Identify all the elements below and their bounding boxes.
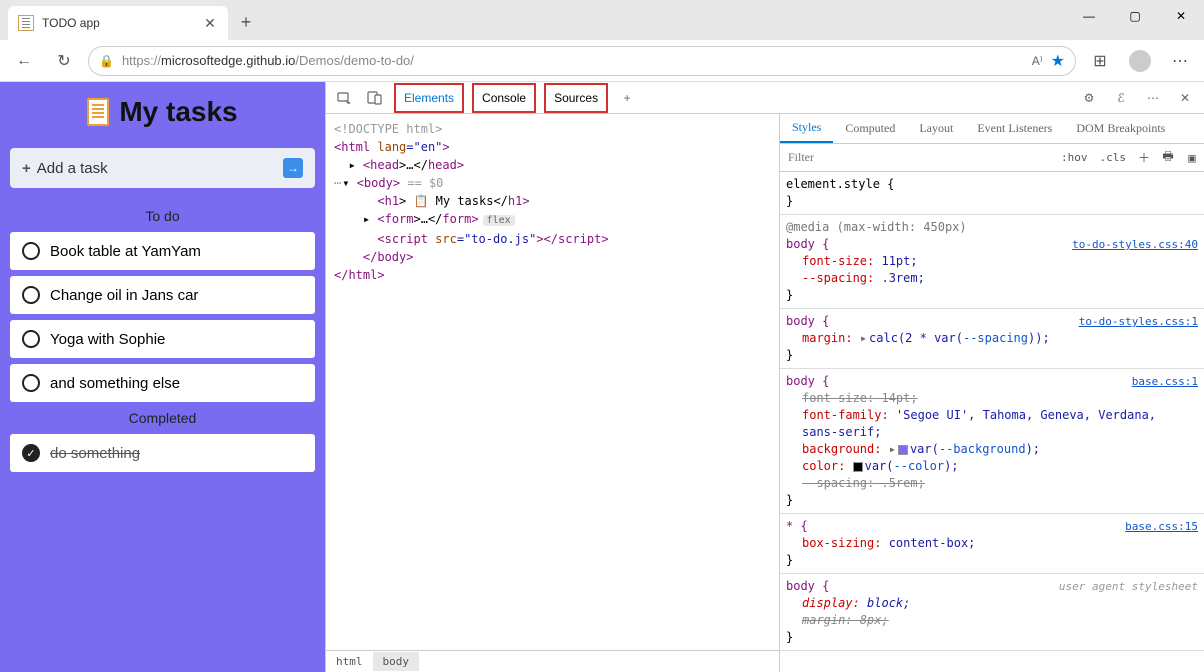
- maximize-button[interactable]: ▢: [1112, 0, 1158, 32]
- minimize-button[interactable]: —: [1066, 0, 1112, 32]
- task-item[interactable]: and something else: [10, 364, 315, 402]
- tab-dom-breakpoints[interactable]: DOM Breakpoints: [1064, 115, 1177, 142]
- source-link[interactable]: base.css:1: [1132, 373, 1198, 390]
- cls-toggle[interactable]: .cls: [1094, 151, 1133, 164]
- styles-filter-input[interactable]: [780, 150, 1055, 165]
- tab-styles[interactable]: Styles: [780, 114, 833, 143]
- task-checked-icon[interactable]: ✓: [22, 444, 40, 462]
- new-tab-button[interactable]: +: [232, 8, 260, 36]
- completed-section-label: Completed: [10, 410, 315, 426]
- app-header: My tasks: [10, 96, 315, 128]
- collections-icon[interactable]: ⊞: [1084, 45, 1116, 77]
- task-item[interactable]: Yoga with Sophie: [10, 320, 315, 358]
- activity-icon[interactable]: ℰ: [1110, 87, 1132, 109]
- more-icon[interactable]: ⋯: [1142, 87, 1164, 109]
- task-item-completed[interactable]: ✓ do something: [10, 434, 315, 472]
- browser-tab[interactable]: TODO app ✕: [8, 6, 228, 40]
- browser-toolbar: ← ↻ 🔒 https://microsoftedge.github.io/De…: [0, 40, 1204, 82]
- favorite-icon[interactable]: ★: [1051, 51, 1065, 71]
- task-text: do something: [50, 445, 140, 462]
- color-swatch[interactable]: [898, 445, 908, 455]
- new-style-rule-icon[interactable]: ＋: [1132, 149, 1156, 166]
- tab-title: TODO app: [42, 16, 194, 30]
- tab-elements[interactable]: Elements: [394, 83, 464, 113]
- todo-app: My tasks + Add a task → To do Book table…: [0, 82, 325, 672]
- add-tab-icon[interactable]: +: [616, 87, 638, 109]
- add-task-input[interactable]: + Add a task →: [10, 148, 315, 188]
- settings-gear-icon[interactable]: ⚙: [1078, 87, 1100, 109]
- tab-computed[interactable]: Computed: [833, 115, 907, 142]
- styles-filter-row: :hov .cls ＋ 🖶 ▣: [780, 144, 1204, 172]
- device-mode-icon[interactable]: [364, 87, 386, 109]
- crumb-html[interactable]: html: [326, 652, 373, 671]
- url-text: https://microsoftedge.github.io/Demos/de…: [122, 53, 1024, 68]
- task-checkbox[interactable]: [22, 330, 40, 348]
- close-window-button[interactable]: ✕: [1158, 0, 1204, 32]
- refresh-button[interactable]: ↻: [48, 45, 80, 77]
- app-title: My tasks: [119, 96, 237, 128]
- more-styles-icon[interactable]: ▣: [1180, 151, 1204, 165]
- task-text: and something else: [50, 375, 180, 392]
- profile-avatar[interactable]: [1124, 45, 1156, 77]
- task-checkbox[interactable]: [22, 242, 40, 260]
- print-media-icon[interactable]: 🖶: [1156, 147, 1180, 168]
- tab-event-listeners[interactable]: Event Listeners: [965, 115, 1064, 142]
- window-controls: — ▢ ✕: [1066, 0, 1204, 32]
- dom-tree-panel: <!DOCTYPE html> <html lang="en"> ▸ <head…: [326, 114, 779, 672]
- plus-icon: +: [22, 160, 31, 177]
- add-task-placeholder: Add a task: [37, 160, 108, 177]
- dom-breadcrumb: html body: [326, 650, 779, 672]
- source-link[interactable]: base.css:15: [1125, 518, 1198, 535]
- task-checkbox[interactable]: [22, 286, 40, 304]
- devtools-toolbar: Elements Console Sources + ⚙ ℰ ⋯ ✕: [326, 82, 1204, 114]
- close-tab-icon[interactable]: ✕: [202, 15, 218, 31]
- dom-tree[interactable]: <!DOCTYPE html> <html lang="en"> ▸ <head…: [326, 114, 779, 650]
- task-text: Yoga with Sophie: [50, 331, 165, 348]
- task-checkbox[interactable]: [22, 374, 40, 392]
- crumb-body[interactable]: body: [373, 652, 420, 671]
- hov-toggle[interactable]: :hov: [1055, 151, 1094, 164]
- task-item[interactable]: Book table at YamYam: [10, 232, 315, 270]
- task-text: Change oil in Jans car: [50, 287, 198, 304]
- styles-panel: Styles Computed Layout Event Listeners D…: [779, 114, 1204, 672]
- close-devtools-icon[interactable]: ✕: [1174, 87, 1196, 109]
- source-link[interactable]: to-do-styles.css:40: [1072, 236, 1198, 253]
- task-text: Book table at YamYam: [50, 243, 201, 260]
- page-favicon: [18, 15, 34, 31]
- submit-arrow-icon[interactable]: →: [283, 158, 303, 178]
- source-link[interactable]: to-do-styles.css:1: [1079, 313, 1198, 330]
- inspect-icon[interactable]: [334, 87, 356, 109]
- more-menu-icon[interactable]: ⋯: [1164, 45, 1196, 77]
- css-rules[interactable]: element.style { } @media (max-width: 450…: [780, 172, 1204, 672]
- task-item[interactable]: Change oil in Jans car: [10, 276, 315, 314]
- clipboard-icon: [87, 98, 109, 126]
- devtools: Elements Console Sources + ⚙ ℰ ⋯ ✕ <!DOC…: [325, 82, 1204, 672]
- todo-section-label: To do: [10, 208, 315, 224]
- tab-console[interactable]: Console: [472, 83, 536, 113]
- back-button[interactable]: ←: [8, 45, 40, 77]
- tab-layout[interactable]: Layout: [907, 115, 965, 142]
- styles-tabs: Styles Computed Layout Event Listeners D…: [780, 114, 1204, 144]
- color-swatch[interactable]: [853, 462, 863, 472]
- address-bar[interactable]: 🔒 https://microsoftedge.github.io/Demos/…: [88, 46, 1076, 76]
- read-aloud-icon[interactable]: A⁾: [1032, 54, 1043, 68]
- tab-sources[interactable]: Sources: [544, 83, 608, 113]
- lock-icon: 🔒: [99, 54, 114, 68]
- titlebar: TODO app ✕ + — ▢ ✕: [0, 0, 1204, 40]
